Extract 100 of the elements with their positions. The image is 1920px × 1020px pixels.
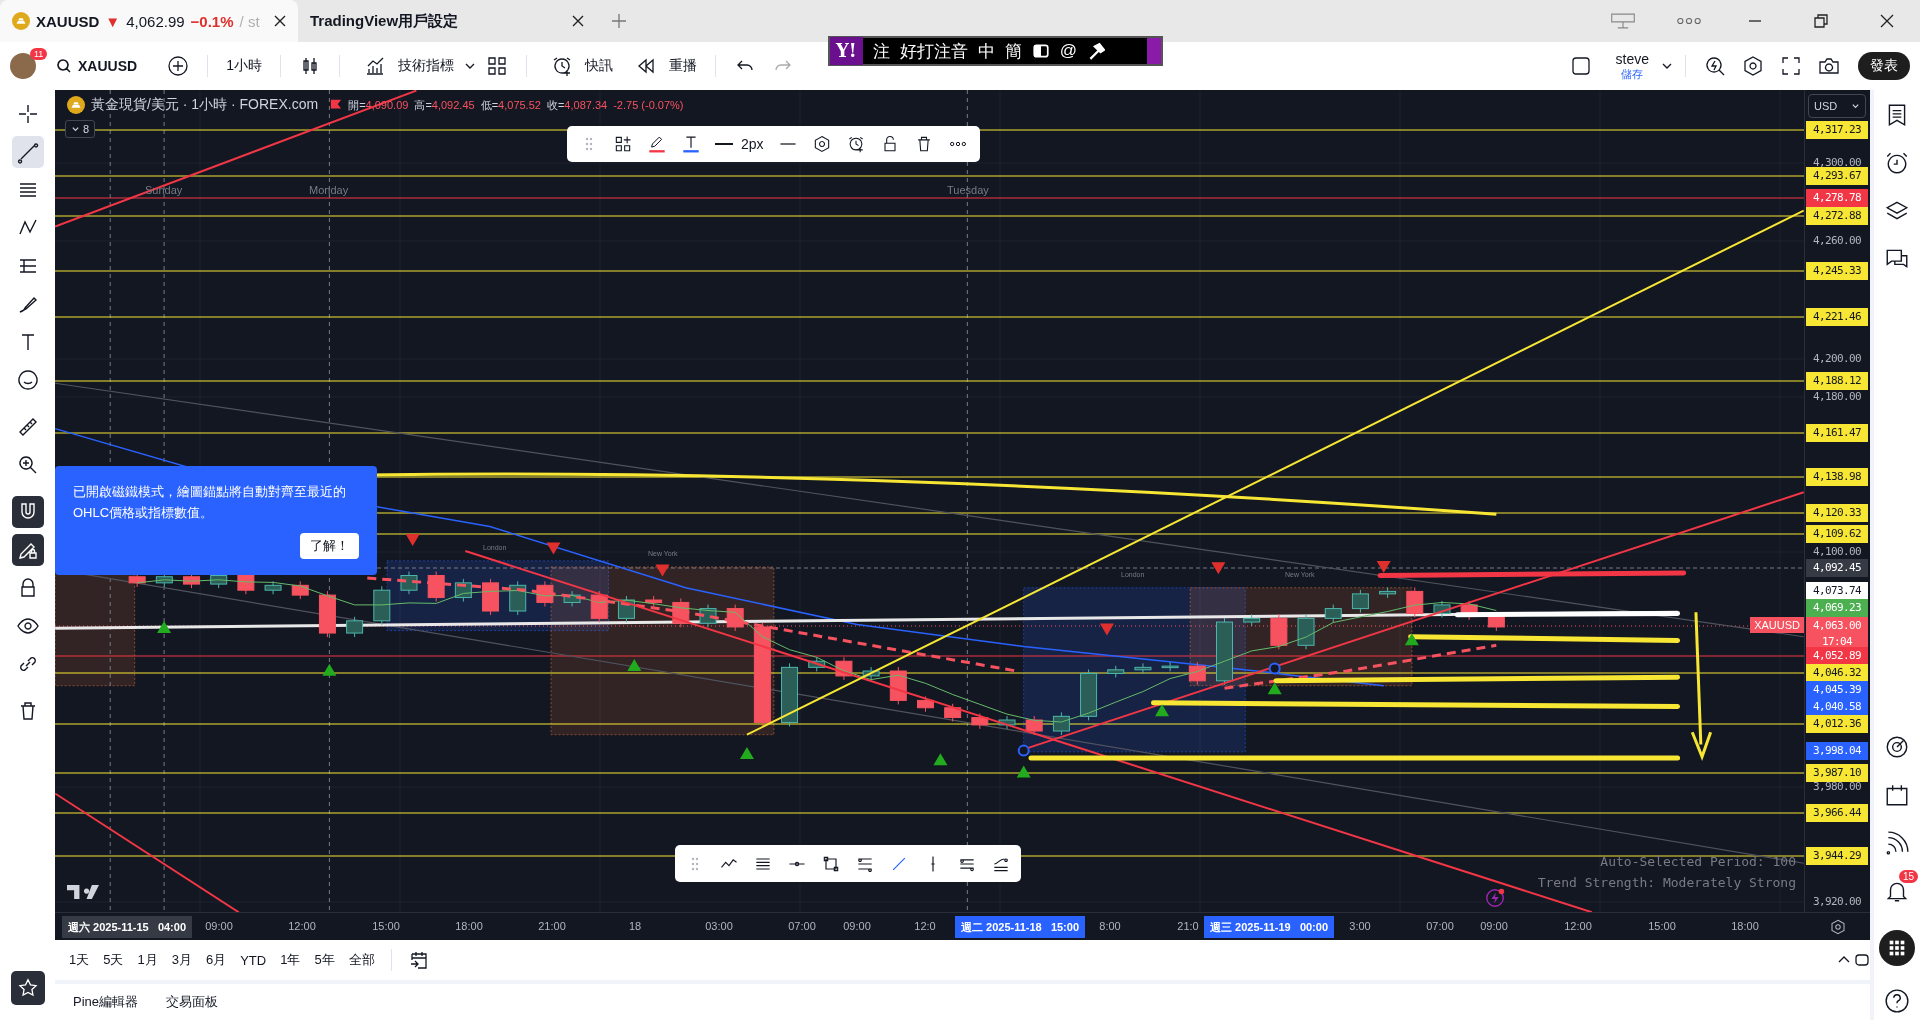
time-tick: 21:0: [1177, 920, 1199, 932]
time-label: 週二 2025-11-18 15:00: [955, 916, 1086, 938]
ime-item[interactable]: 簡: [1004, 39, 1022, 63]
alert-button[interactable]: 快訊: [538, 51, 619, 81]
tab-symbol: XAUUSD: [36, 12, 100, 30]
collapse-indicators-button[interactable]: 8: [65, 120, 96, 138]
range-button[interactable]: 1年: [274, 947, 307, 973]
bottom-panel-tab[interactable]: Pine編輯器: [71, 989, 141, 1015]
price-value: 3,944.29: [1812, 848, 1862, 864]
price-value: 4,272.88: [1812, 208, 1862, 224]
price-value: 4,063.00: [1812, 618, 1862, 634]
time-tick: 8:00: [1099, 920, 1121, 932]
time-label: 週六 2025-11-15 04:00: [62, 916, 193, 938]
price-value: 4,040.58: [1812, 699, 1862, 715]
price-value: 4,092.45: [1812, 560, 1862, 576]
price-value: 4,260.00: [1812, 233, 1862, 249]
price-value: 3,980.00: [1812, 779, 1862, 795]
price-value: 4,293.67: [1812, 168, 1862, 184]
price-value: 3,966.44: [1812, 805, 1862, 821]
tab-change: −0.1%: [190, 12, 234, 30]
save-status: 儲存: [1621, 67, 1644, 80]
day-label: Tuesday: [947, 184, 989, 196]
price-value: 4,278.78: [1812, 190, 1862, 206]
notification-badge: 15: [1898, 870, 1918, 883]
notification-badge: 11: [30, 48, 48, 60]
tab-title: TradingView用戶設定: [310, 11, 460, 31]
price-value: 4,161.47: [1812, 425, 1862, 441]
bottom-panel-tab[interactable]: 交易面板: [164, 989, 221, 1015]
time-tick: 12:00: [1564, 920, 1592, 932]
price-value: 4,012.36: [1812, 716, 1862, 732]
time-tick: 09:00: [205, 920, 233, 932]
bar-countdown: 17:04: [1821, 635, 1853, 649]
time-tick: 07:00: [788, 920, 816, 932]
ime-item[interactable]: 好打注音: [899, 39, 968, 63]
time-tick: 07:00: [1426, 920, 1454, 932]
line-width-button[interactable]: 2px: [715, 136, 764, 152]
tab-title-fragment: / st: [239, 12, 260, 30]
ohlc-value: 高=4,092.45: [414, 97, 475, 113]
price-value: 4,109.62: [1812, 526, 1862, 542]
down-arrow-icon: ▼: [105, 12, 121, 30]
price-value: 4,100.00: [1812, 544, 1862, 560]
browser-tab[interactable]: TradingView用戶設定: [298, 0, 596, 42]
time-tick: 18:00: [455, 920, 483, 932]
replay-button[interactable]: 重播: [622, 51, 703, 81]
price-value: 4,221.46: [1812, 309, 1862, 325]
browser-tab[interactable]: XAUUSD ▼ 4,062.99 −0.1% / st: [0, 0, 298, 42]
time-tick: 18:00: [1731, 920, 1759, 932]
ime-logo: Y!: [830, 37, 863, 65]
ohlc-value: 收=4,087.34: [546, 97, 608, 113]
tooltip-text: 已開啟磁鐵模式，繪圖錨點將自動對齊至最近的OHLC價格或指標數值。: [73, 483, 347, 522]
price-value: 4,073.74: [1812, 583, 1862, 599]
range-button[interactable]: 1天: [63, 947, 96, 973]
price-value: 3,998.04: [1812, 743, 1862, 759]
ime-item[interactable]: @: [1059, 41, 1078, 61]
time-tick: 09:00: [843, 920, 871, 932]
price-value: 4,052.89: [1812, 648, 1862, 664]
price-value: 4,317.23: [1812, 122, 1862, 138]
time-tick: 09:00: [1480, 920, 1508, 932]
price-value: 4,188.12: [1812, 373, 1862, 389]
price-change: -2.75 (-0.07%): [613, 99, 684, 111]
range-button[interactable]: 5年: [308, 947, 341, 973]
symbol-search-button[interactable]: XAUUSD: [50, 54, 144, 78]
price-value: 4,180.00: [1812, 389, 1862, 405]
symbol-price-label: XAUUSD: [1750, 617, 1804, 633]
ime-item[interactable]: 注: [872, 39, 890, 63]
time-tick: 3:00: [1349, 920, 1371, 932]
price-value: 4,138.98: [1812, 469, 1862, 485]
range-button[interactable]: 6月: [199, 947, 233, 973]
price-value: 3,920.00: [1812, 894, 1862, 910]
range-button[interactable]: 3月: [165, 947, 198, 973]
price-value: 4,300.00: [1812, 155, 1862, 171]
ime-item[interactable]: 中: [977, 39, 995, 63]
time-tick: 12:0: [914, 920, 936, 932]
chart-title[interactable]: 黃金現貨/美元 · 1小時 · FOREX.com: [91, 96, 319, 114]
interval-button[interactable]: 1小時: [220, 53, 268, 79]
time-tick: 12:00: [288, 920, 316, 932]
day-label: Monday: [309, 184, 349, 196]
user-name[interactable]: steve: [1615, 52, 1649, 68]
got-it-button[interactable]: 了解！: [300, 533, 359, 559]
price-value: 3,987.10: [1812, 765, 1862, 781]
tab-price: 4,062.99: [126, 12, 185, 30]
indicators-button[interactable]: 技術指標: [351, 51, 460, 81]
ohlc-value: 低=4,075.52: [480, 97, 541, 113]
indicator-info: Trend Strength: Moderately Strong: [1537, 875, 1796, 890]
range-button[interactable]: YTD: [234, 948, 273, 972]
price-value: 4,046.32: [1812, 665, 1862, 681]
price-value: 4,245.33: [1812, 263, 1862, 279]
time-tick: 18: [628, 920, 642, 932]
currency-button[interactable]: USD: [1808, 94, 1866, 118]
price-value: 4,069.23: [1812, 600, 1862, 616]
time-tick: 21:00: [538, 920, 566, 932]
price-value: 4,120.33: [1812, 505, 1862, 521]
range-button[interactable]: 5天: [97, 947, 130, 973]
price-value: 4,200.00: [1812, 351, 1862, 367]
price-value: 4,045.39: [1812, 682, 1862, 698]
time-tick: 15:00: [1648, 920, 1676, 932]
range-button[interactable]: 1月: [131, 947, 164, 973]
range-button[interactable]: 全部: [342, 947, 381, 973]
publish-button[interactable]: 發表: [1858, 52, 1910, 80]
time-tick: 15:00: [372, 920, 400, 932]
